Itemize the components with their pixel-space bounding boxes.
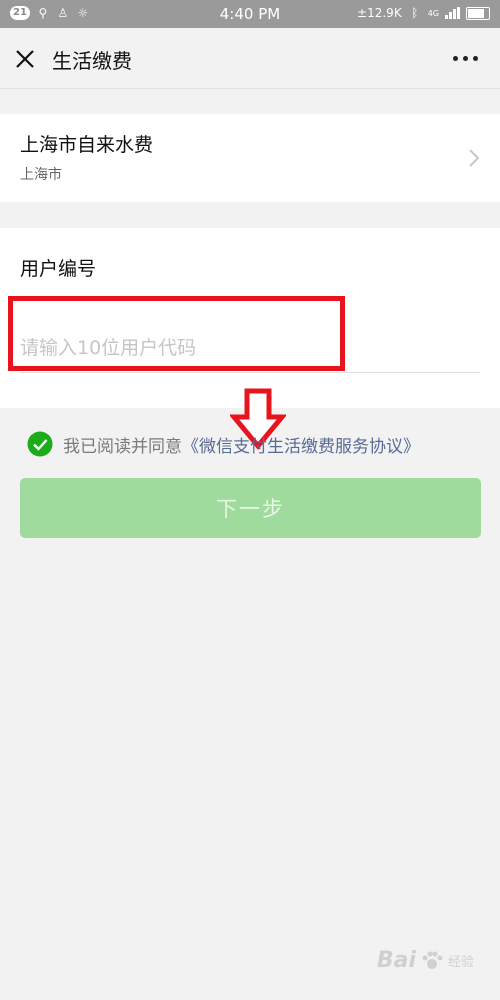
checkbox-checked-icon[interactable] [27,431,53,457]
network-speed: ±12.9K [357,6,402,20]
page-title: 生活缴费 [52,49,132,73]
account-number-label: 用户编号 [20,258,97,280]
status-bar: 21 ⚲ ♙ ☼ 4:40 PM ±12.9K ᛒ 4G [0,0,500,28]
close-icon[interactable] [12,46,38,72]
agreement-row: 我已阅读并同意 《微信支付生活缴费服务协议》 [27,430,420,458]
watermark-suffix: 经验 [447,955,474,970]
account-number-section: 用户编号 [0,228,500,408]
more-icon[interactable] [453,56,478,61]
agreement-link[interactable]: 《微信支付生活缴费服务协议》 [182,432,420,457]
next-step-button[interactable]: 下一步 [20,478,481,538]
chevron-right-icon [469,149,480,167]
paw-icon [422,951,443,969]
account-number-input[interactable] [20,324,480,373]
billing-organization-selector[interactable]: 上海市自来水费 上海市 [0,114,500,202]
battery-icon [466,6,490,20]
watermark-logo-text: Bai [376,948,416,973]
bluetooth-icon: ᛒ [411,6,419,20]
network-type: 4G [427,8,439,18]
baidu-watermark: Bai 经验 [377,948,474,973]
nav-bar: 生活缴费 [0,28,500,89]
organization-name: 上海市自来水费 [20,134,154,156]
status-right: ±12.9K ᛒ 4G [357,6,490,20]
signal-icon [445,7,460,19]
agreement-prefix: 我已阅读并同意 [63,436,182,457]
organization-city: 上海市 [20,167,62,183]
